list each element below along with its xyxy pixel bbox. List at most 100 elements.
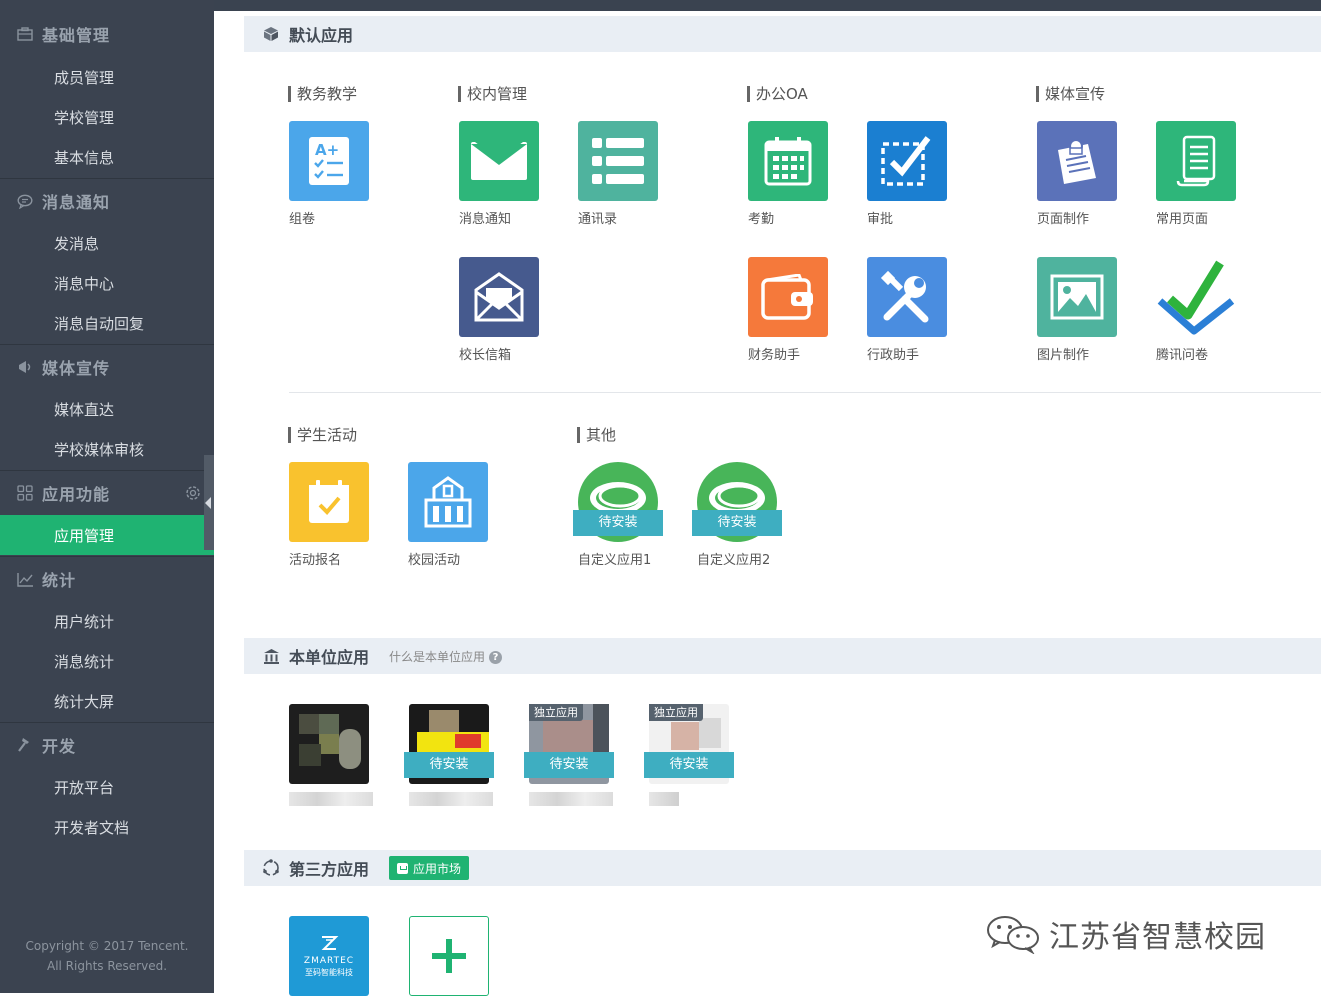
sidebar-item-stats-screen[interactable]: 统计大屏	[0, 681, 214, 721]
sidebar-group-stats[interactable]: 统计	[0, 556, 214, 601]
sidebar-item-send-message[interactable]: 发消息	[0, 223, 214, 263]
app-label: 财务助手	[748, 348, 801, 363]
zmartec-logo: ZMARTEC 至码智能科技	[289, 916, 369, 996]
briefcase-icon	[16, 25, 34, 43]
app-attendance[interactable]: 考勤	[748, 121, 848, 227]
chat-bubble-icon	[16, 192, 34, 210]
app-label: 图片制作	[1037, 348, 1090, 363]
sidebar-item-label: 用户统计	[54, 612, 115, 631]
unit-app-4[interactable]: 独立应用 待安装	[644, 704, 749, 806]
blurred-app-image: 独立应用 待安装	[644, 704, 734, 784]
sidebar-item-app-management[interactable]: 应用管理	[0, 515, 214, 555]
app-label: 校长信箱	[459, 348, 512, 363]
unit-app-1[interactable]	[289, 704, 389, 806]
sidebar-item-open-platform[interactable]: 开放平台	[0, 767, 214, 807]
sidebar-item-auto-reply[interactable]: 消息自动回复	[0, 303, 214, 343]
building-icon	[408, 462, 488, 542]
sidebar-group-messages[interactable]: 消息通知	[0, 178, 214, 223]
app-message-notice[interactable]: 消息通知	[459, 121, 559, 227]
app-label: 消息通知	[459, 212, 512, 227]
blurred-app-image: 待安装	[404, 704, 494, 784]
scroll-icon	[1156, 121, 1236, 201]
unit-apps-help-link[interactable]: 什么是本单位应用?	[389, 648, 503, 665]
app-campus-events[interactable]: 校园活动	[408, 462, 508, 568]
blurred-app-name	[529, 792, 613, 806]
bank-icon	[262, 647, 280, 665]
section-header-unit-apps: 本单位应用 什么是本单位应用?	[244, 638, 1321, 674]
install-status-badge: 待安装	[644, 752, 734, 778]
app-event-signup[interactable]: 活动报名	[289, 462, 389, 568]
sidebar-item-members[interactable]: 成员管理	[0, 57, 214, 97]
sidebar-item-label: 学校管理	[54, 108, 115, 127]
zmartec-brand: ZMARTEC	[303, 956, 355, 966]
calendar-check-icon	[289, 462, 369, 542]
sidebar-item-media-review[interactable]: 学校媒体审核	[0, 429, 214, 469]
blurred-app-image: 独立应用 待安装	[524, 704, 614, 784]
category-other: 其他	[577, 427, 616, 443]
blurred-app-name	[409, 792, 493, 806]
sidebar-item-message-stats[interactable]: 消息统计	[0, 641, 214, 681]
sidebar-item-label: 发消息	[54, 234, 100, 253]
app-zujuan[interactable]: A+ 组卷	[289, 121, 389, 227]
unit-app-3[interactable]: 独立应用 待安装	[524, 704, 629, 806]
sidebar-group-apps[interactable]: 应用功能	[0, 470, 214, 515]
app-label: 行政助手	[867, 348, 920, 363]
app-label: 审批	[867, 212, 894, 227]
app-approval[interactable]: 审批	[867, 121, 967, 227]
install-status-badge: 待安装	[573, 510, 663, 536]
collapse-arrow-icon	[205, 497, 211, 509]
sidebar-item-dev-docs[interactable]: 开发者文档	[0, 807, 214, 847]
sidebar-group-dev[interactable]: 开发	[0, 722, 214, 767]
app-market-button[interactable]: 应用市场	[389, 856, 470, 880]
sidebar-item-label: 消息中心	[54, 274, 115, 293]
sidebar-group-media[interactable]: 媒体宣传	[0, 344, 214, 389]
sidebar-group-basic[interactable]: 基础管理	[0, 12, 214, 56]
app-principal-mailbox[interactable]: 校长信箱	[459, 257, 559, 363]
app-finance[interactable]: 财务助手	[748, 257, 848, 363]
app-label: 活动报名	[289, 553, 342, 568]
third-party-app-zmartec[interactable]: ZMARTEC 至码智能科技	[289, 916, 389, 996]
install-status-badge: 待安装	[404, 752, 494, 778]
app-label: 考勤	[748, 212, 775, 227]
image-icon	[1037, 257, 1117, 337]
sidebar-item-message-center[interactable]: 消息中心	[0, 263, 214, 303]
plus-icon	[409, 916, 489, 996]
app-admin-assistant[interactable]: 行政助手	[867, 257, 967, 363]
sidebar-item-user-stats[interactable]: 用户统计	[0, 601, 214, 641]
sidebar-item-media-direct[interactable]: 媒体直达	[0, 389, 214, 429]
app-page-maker[interactable]: 页面制作	[1037, 121, 1137, 227]
unit-app-2[interactable]: 待安装	[404, 704, 509, 806]
list-icon	[578, 121, 658, 201]
install-status-badge: 待安装	[692, 510, 782, 536]
grid-icon	[16, 484, 34, 502]
app-custom-1[interactable]: 待安装 自定义应用1	[573, 462, 678, 568]
app-tencent-survey[interactable]: 腾讯问卷	[1156, 257, 1256, 363]
copyright-line: All Rights Reserved.	[46, 959, 168, 973]
app-image-maker[interactable]: 图片制作	[1037, 257, 1137, 363]
sidebar-item-label: 开发者文档	[54, 818, 130, 837]
sidebar-item-info[interactable]: 基本信息	[0, 137, 214, 177]
notepad-icon	[1037, 121, 1117, 201]
question-icon: ?	[489, 650, 503, 664]
app-market-label: 应用市场	[413, 861, 462, 876]
store-icon	[397, 862, 409, 874]
mailbox-icon	[459, 257, 539, 337]
sidebar-item-label: 开放平台	[54, 778, 115, 797]
app-label: 自定义应用2	[697, 553, 771, 568]
megaphone-icon	[16, 358, 34, 376]
app-contacts[interactable]: 通讯录	[578, 121, 678, 227]
sidebar-item-label: 基本信息	[54, 148, 115, 167]
app-common-pages[interactable]: 常用页面	[1156, 121, 1256, 227]
section-title: 本单位应用	[289, 648, 370, 667]
app-label: 通讯录	[578, 212, 618, 227]
add-third-party-app-button[interactable]	[409, 916, 509, 996]
gear-icon[interactable]	[184, 484, 202, 502]
cube-icon	[262, 25, 280, 43]
sidebar-group-label: 应用功能	[42, 485, 111, 504]
app-label: 腾讯问卷	[1156, 348, 1209, 363]
sidebar: 基础管理 成员管理 学校管理 基本信息 消息通知 发消息 消息中心 消息自动回复…	[0, 0, 214, 993]
zmartec-subtitle: 至码智能科技	[305, 968, 353, 977]
tools-icon	[867, 257, 947, 337]
app-custom-2[interactable]: 待安装 自定义应用2	[692, 462, 797, 568]
sidebar-item-school[interactable]: 学校管理	[0, 97, 214, 137]
